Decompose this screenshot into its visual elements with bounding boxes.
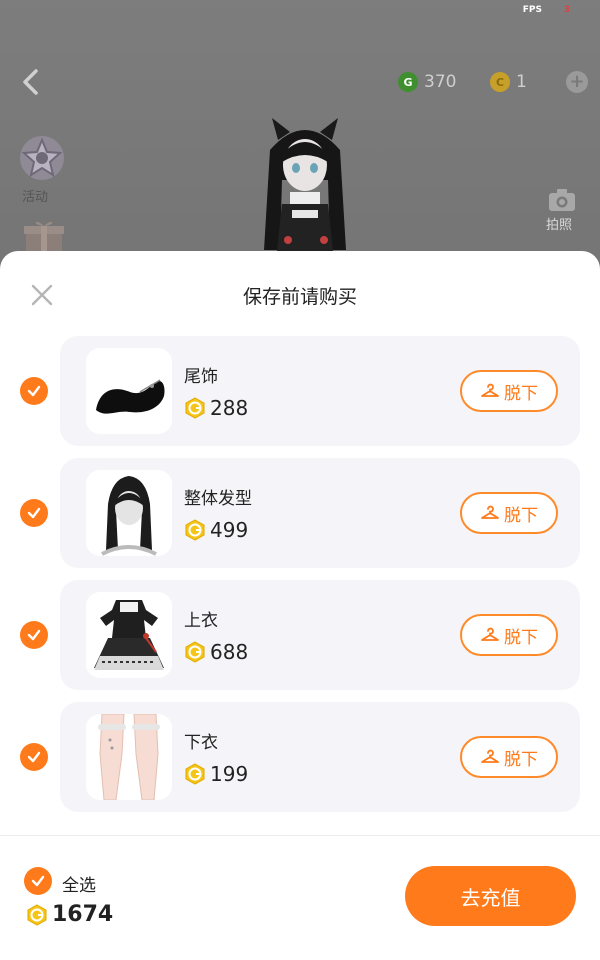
list-item: 下衣 199 脱下 xyxy=(0,702,600,812)
take-off-label: 脱下 xyxy=(504,627,538,648)
total-price: 1674 xyxy=(26,902,113,927)
take-off-label: 脱下 xyxy=(504,749,538,770)
coin-icon xyxy=(185,641,205,663)
price-value: 288 xyxy=(210,396,249,420)
item-checkbox[interactable] xyxy=(20,377,48,405)
item-name: 下衣 xyxy=(184,733,218,753)
gift-icon[interactable] xyxy=(22,218,66,252)
dress-icon xyxy=(94,600,164,670)
chevron-left-icon xyxy=(23,69,38,95)
fps-value: 3 xyxy=(563,5,570,15)
hairstyle-icon xyxy=(101,476,157,556)
take-off-label: 脱下 xyxy=(504,505,538,526)
item-card[interactable]: 整体发型 499 脱下 xyxy=(60,458,580,568)
take-off-button[interactable]: 脱下 xyxy=(460,492,558,534)
item-card[interactable]: 上衣 688 脱下 xyxy=(60,580,580,690)
take-off-button[interactable]: 脱下 xyxy=(460,614,558,656)
recharge-button[interactable]: 去充值 xyxy=(405,866,576,926)
item-thumbnail xyxy=(86,348,172,434)
plus-icon: + xyxy=(569,71,585,92)
take-off-button[interactable]: 脱下 xyxy=(460,736,558,778)
price-value: 199 xyxy=(210,762,249,786)
item-thumbnail xyxy=(86,470,172,556)
camera-icon[interactable] xyxy=(548,188,576,212)
item-card[interactable]: 下衣 199 脱下 xyxy=(60,702,580,812)
hanger-icon xyxy=(481,383,499,397)
back-button[interactable] xyxy=(14,62,46,102)
coin-balance: C 1 xyxy=(490,70,527,94)
coin-icon xyxy=(27,903,47,926)
item-price: 688 xyxy=(184,640,248,664)
coin-icon xyxy=(185,397,205,419)
list-item: 整体发型 499 脱下 xyxy=(0,458,600,568)
avatar-character xyxy=(264,118,346,260)
item-checkbox[interactable] xyxy=(20,499,48,527)
event-label: 活动 xyxy=(22,190,49,205)
checkmark-icon xyxy=(31,875,45,887)
take-off-label: 脱下 xyxy=(504,383,538,404)
item-checkbox[interactable] xyxy=(20,743,48,771)
camera-label: 拍照 xyxy=(546,218,573,233)
list-item: 尾饰 288 脱下 xyxy=(0,336,600,446)
price-value: 499 xyxy=(210,518,249,542)
item-name: 尾饰 xyxy=(184,367,218,387)
item-checkbox[interactable] xyxy=(20,621,48,649)
sheet-title: 保存前请购买 xyxy=(242,286,357,308)
item-card[interactable]: 尾饰 288 脱下 xyxy=(60,336,580,446)
list-item: 上衣 688 脱下 xyxy=(0,580,600,690)
coin-icon: C xyxy=(490,72,510,92)
coin-amount: 1 xyxy=(516,72,527,92)
add-currency-button[interactable]: + xyxy=(566,71,588,93)
item-price: 288 xyxy=(184,396,248,420)
checkmark-icon xyxy=(27,507,41,519)
item-price: 499 xyxy=(184,518,248,542)
item-thumbnail xyxy=(86,714,172,800)
purchase-sheet: 保存前请购买 尾饰 288 脱下 整体发型 499 脱下 上衣 688 脱下 下… xyxy=(0,251,600,960)
take-off-button[interactable]: 脱下 xyxy=(460,370,558,412)
coin-icon xyxy=(185,763,205,785)
hanger-icon xyxy=(481,505,499,519)
checkmark-icon xyxy=(27,751,41,763)
item-name: 上衣 xyxy=(184,611,218,631)
checkmark-icon xyxy=(27,385,41,397)
g-coin-balance: G 370 xyxy=(398,70,456,94)
hanger-icon xyxy=(481,749,499,763)
checkmark-icon xyxy=(27,629,41,641)
item-name: 整体发型 xyxy=(184,489,252,509)
item-price: 199 xyxy=(184,762,248,786)
select-all-checkbox[interactable] xyxy=(24,867,52,895)
price-value: 688 xyxy=(210,640,249,664)
footer-divider xyxy=(0,835,600,836)
fps-label: FPS xyxy=(522,5,542,15)
g-coin-icon: G xyxy=(398,72,418,92)
item-thumbnail xyxy=(86,592,172,678)
coin-icon xyxy=(185,519,205,541)
event-icon[interactable] xyxy=(16,132,68,184)
legwear-icon xyxy=(98,714,160,800)
tail-icon xyxy=(96,379,165,414)
g-coin-amount: 370 xyxy=(424,72,457,92)
hanger-icon xyxy=(481,627,499,641)
total-value: 1674 xyxy=(52,902,114,927)
select-all-label[interactable]: 全选 xyxy=(62,871,96,896)
